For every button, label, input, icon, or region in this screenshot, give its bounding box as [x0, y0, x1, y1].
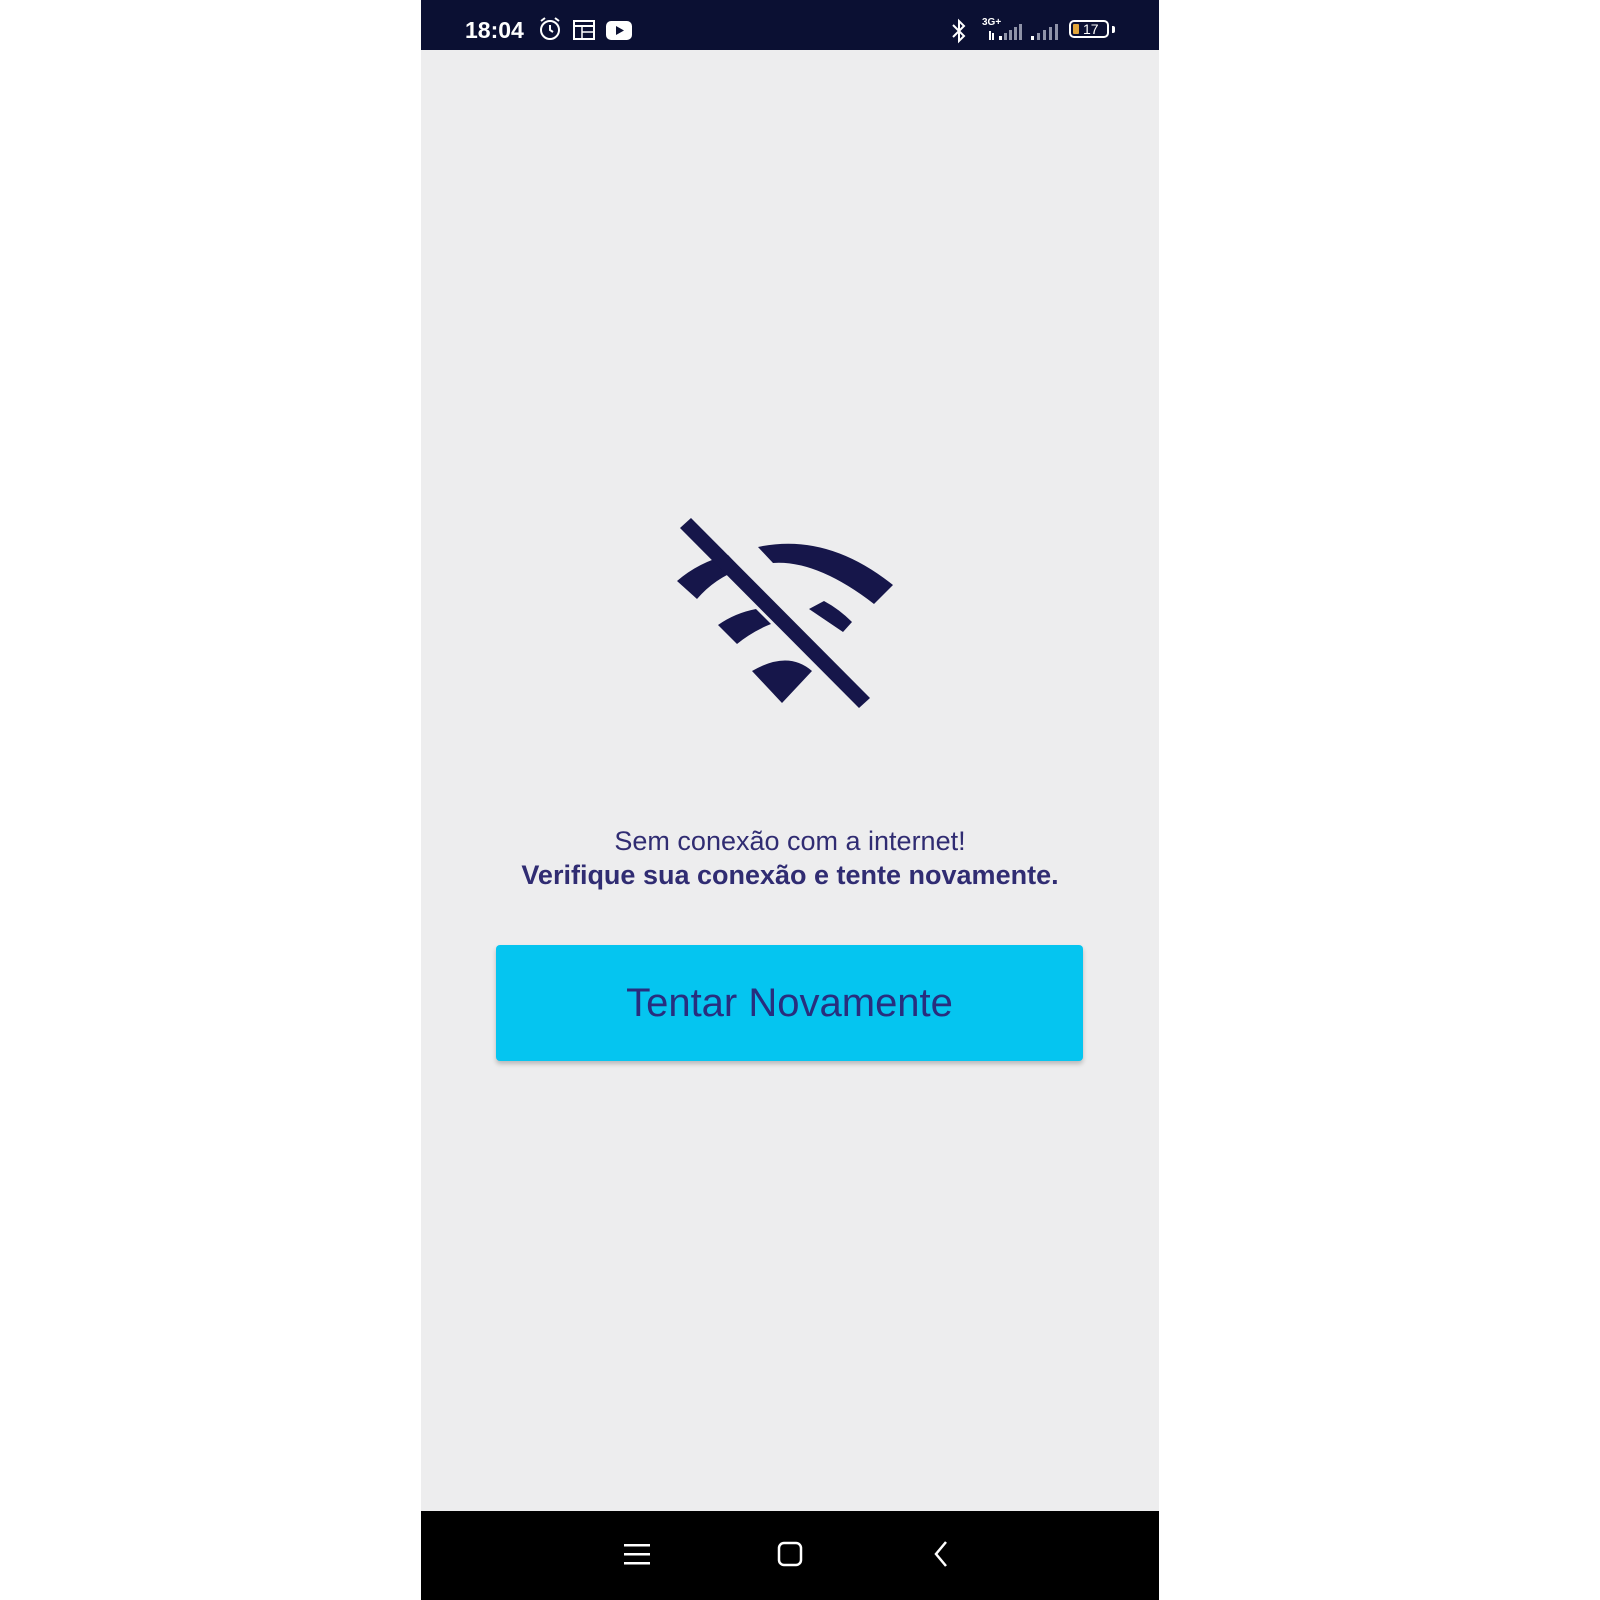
battery-fill: [1073, 24, 1079, 34]
battery-icon: 17: [1069, 20, 1109, 38]
youtube-icon: [606, 21, 632, 45]
phone-screen: 18:04 3G+ 17 Sem conexão com a internet!…: [421, 0, 1159, 1600]
check-connection-message: Verifique sua conexão e tente novamente.: [521, 860, 1059, 890]
wifi-off-icon: [667, 510, 911, 710]
bluetooth-icon: [951, 18, 967, 49]
status-bar: 18:04 3G+ 17: [421, 0, 1159, 50]
navigation-bar: [421, 1511, 1159, 1600]
battery-level: 17: [1083, 21, 1099, 37]
retry-button[interactable]: Tentar Novamente: [496, 945, 1083, 1061]
signal-icon-2: [1031, 22, 1061, 47]
menu-icon: [623, 1542, 651, 1571]
retry-button-label: Tentar Novamente: [626, 980, 953, 1025]
status-time: 18:04: [465, 17, 524, 43]
menu-button[interactable]: [612, 1531, 662, 1581]
back-button[interactable]: [916, 1531, 966, 1581]
home-icon: [777, 1541, 803, 1572]
back-icon: [933, 1540, 949, 1573]
no-connection-message: Sem conexão com a internet!: [614, 826, 966, 856]
battery-tip: [1112, 26, 1115, 33]
alarm-icon: [538, 16, 562, 47]
calendar-icon: [573, 20, 595, 45]
home-button[interactable]: [765, 1531, 815, 1581]
signal-icon: [989, 22, 1025, 47]
